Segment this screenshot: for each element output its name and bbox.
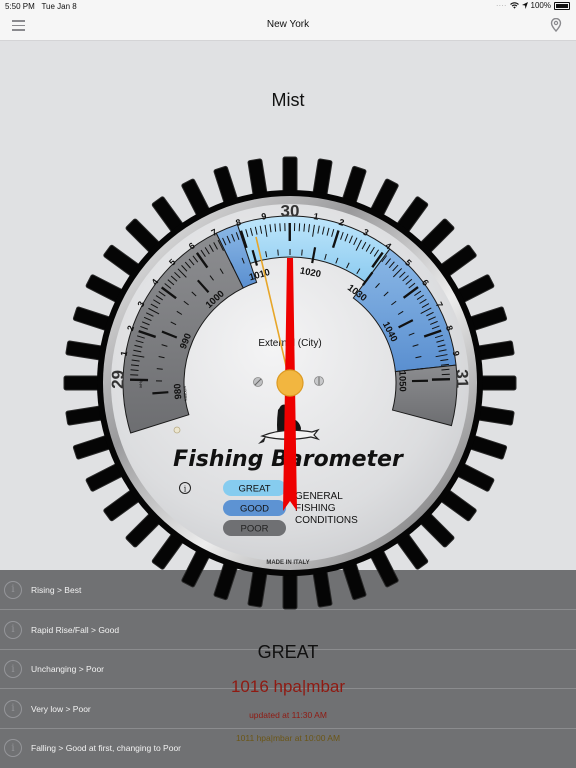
inhg-unit-label: inHg	[138, 380, 143, 388]
hpa-tick	[152, 391, 169, 395]
current-pressure: 1016 hpa|mbar	[230, 677, 346, 696]
hpa-tick	[156, 368, 163, 370]
legend-poor: POOR	[223, 520, 286, 536]
hpa-label: 1050	[396, 371, 407, 392]
updated-time: updated at 11:30 AM	[249, 710, 327, 720]
legend-great-label: GREAT	[238, 484, 270, 495]
made-in-label: MADE IN ITALY	[266, 560, 309, 566]
legend-caption-line: CONDITIONS	[295, 515, 358, 526]
fishing-status: GREAT	[257, 642, 319, 662]
previous-pressure: 1011 hpa|mbar at 10:00 AM	[235, 733, 341, 743]
screw-icon	[253, 377, 263, 387]
needle-hub	[276, 369, 304, 397]
legend-good: GOOD	[223, 500, 286, 516]
hpa-tick	[417, 368, 424, 370]
inhg-label: 31	[452, 369, 471, 388]
inhg-tick	[441, 368, 450, 371]
inhg-tick	[279, 223, 281, 232]
info-icon: i	[184, 485, 187, 494]
legend-caption-line: FISHING	[295, 503, 336, 514]
screw-icon	[314, 376, 324, 386]
legend-poor-label: POOR	[241, 524, 269, 535]
hpa-tick	[277, 249, 279, 256]
hpa-tick	[301, 249, 303, 256]
inhg-label: 30	[281, 201, 300, 220]
legend-caption-line: GENERAL	[295, 491, 343, 502]
legend-great: GREAT	[223, 480, 286, 496]
inhg-label: 29	[108, 370, 127, 389]
small-rivet-icon	[173, 426, 181, 434]
legend-good-label: GOOD	[240, 504, 269, 515]
inhg-tick	[130, 369, 139, 371]
